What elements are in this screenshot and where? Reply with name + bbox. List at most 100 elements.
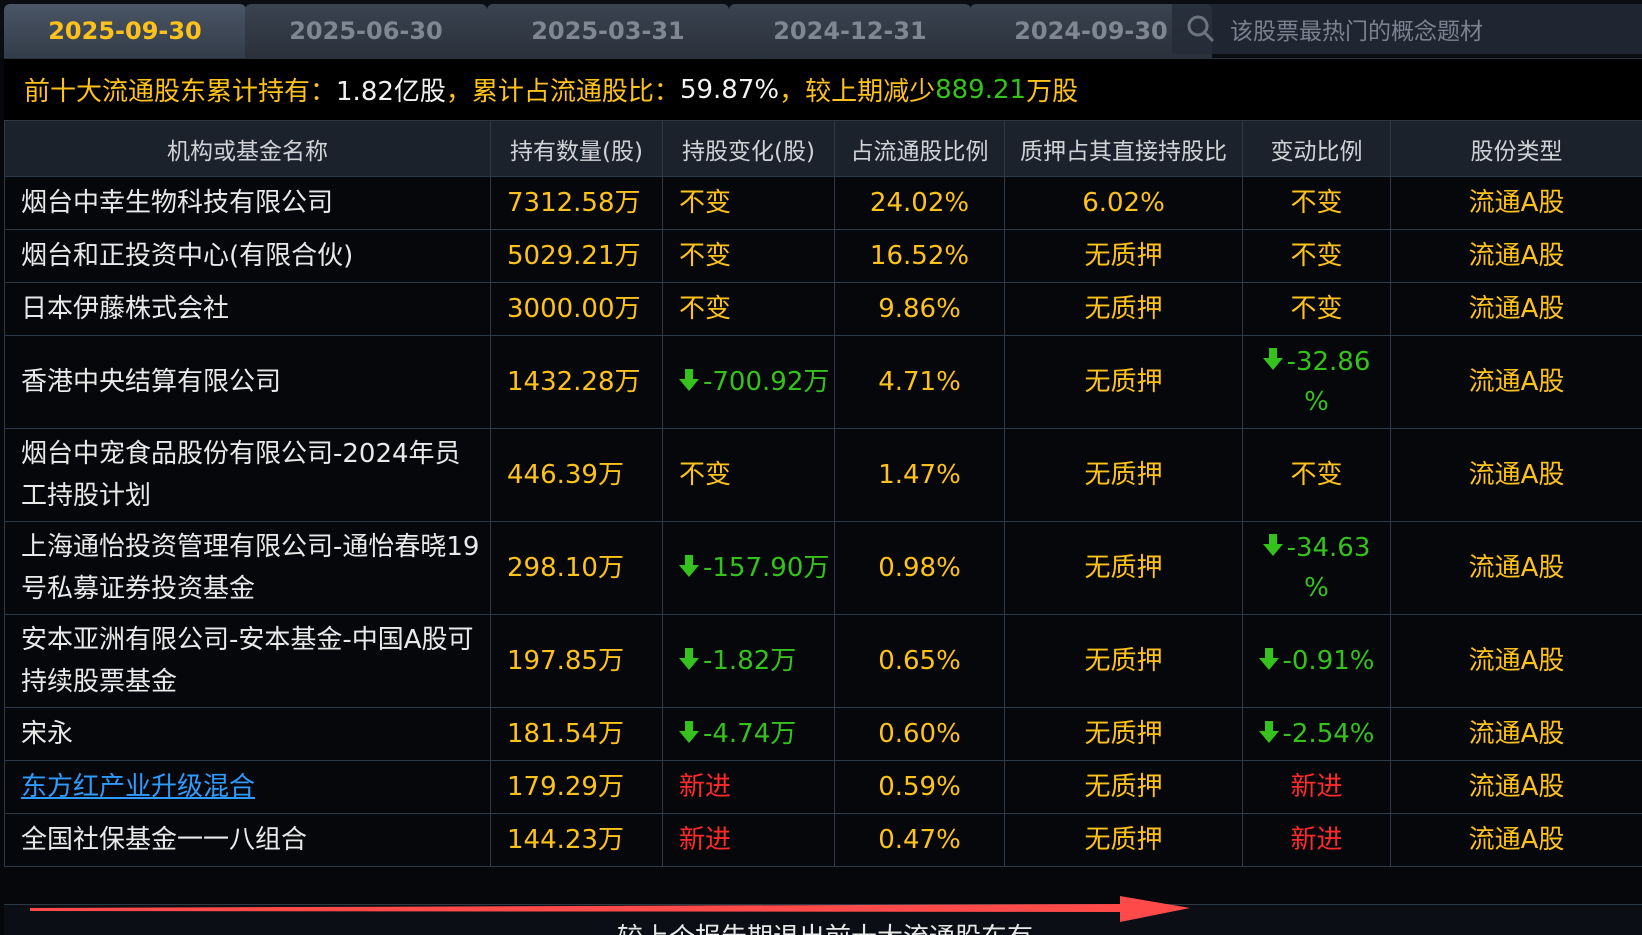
cell-ratio: 9.86% — [835, 283, 1005, 336]
cell-share-type: 流通A股 — [1391, 615, 1642, 708]
table-row[interactable]: 烟台和正投资中心(有限合伙)5029.21万不变16.52%无质押不变流通A股 — [5, 230, 1642, 283]
period-tabs: 2025-09-30 2025-06-30 2025-03-31 2024-12… — [0, 0, 1642, 58]
share-change: 不变 — [679, 188, 731, 218]
table-row[interactable]: 宋永181.54万-4.74万0.60%无质押-2.54%流通A股 — [5, 708, 1642, 761]
table-header-row: 机构或基金名称 持有数量(股) 持股变化(股) 占流通股比例 质押占其直接持股比… — [5, 121, 1642, 177]
cell-share-type: 流通A股 — [1391, 336, 1642, 429]
holder-name: 全国社保基金一一八组合 — [21, 825, 307, 855]
share-change: -157.90万 — [703, 553, 829, 583]
share-change: 不变 — [679, 460, 731, 490]
cell-ratio: 4.71% — [835, 336, 1005, 429]
cell-change-ratio: 不变 — [1243, 283, 1391, 336]
share-change: 新进 — [679, 772, 731, 802]
cell-change-ratio: -2.54% — [1243, 708, 1391, 761]
change-ratio: 新进 — [1290, 772, 1342, 802]
cell-pledge: 无质押 — [1005, 336, 1243, 429]
col-header-change[interactable]: 持股变化(股) — [663, 121, 835, 177]
down-arrow-icon — [1263, 534, 1283, 556]
change-ratio: -34.63 — [1287, 533, 1371, 563]
top-holders-table: 机构或基金名称 持有数量(股) 持股变化(股) 占流通股比例 质押占其直接持股比… — [4, 120, 1642, 867]
col-header-name[interactable]: 机构或基金名称 — [5, 121, 491, 177]
summary-ratio-value: 59.87% — [680, 75, 779, 105]
change-ratio: -32.86 — [1287, 347, 1371, 377]
cell-change-ratio: -0.91% — [1243, 615, 1391, 708]
down-arrow-icon — [1259, 721, 1279, 743]
cell-change: -4.74万 — [663, 708, 835, 761]
search-placeholder: 该股票最热门的概念题材 — [1230, 12, 1483, 46]
fund-name-link[interactable]: 东方红产业升级混合 — [21, 772, 255, 802]
table-row[interactable]: 日本伊藤株式会社3000.00万不变9.86%无质押不变流通A股 — [5, 283, 1642, 336]
table-row[interactable]: 烟台中宠食品股份有限公司-2024年员工持股计划446.39万不变1.47%无质… — [5, 429, 1642, 522]
col-header-share-type[interactable]: 股份类型 — [1391, 121, 1642, 177]
cell-share-type: 流通A股 — [1391, 708, 1642, 761]
share-change: 新进 — [679, 825, 731, 855]
change-ratio: 不变 — [1290, 460, 1342, 490]
col-header-shares[interactable]: 持有数量(股) — [491, 121, 663, 177]
table-row[interactable]: 上海通怡投资管理有限公司-通怡春晓19号私募证券投资基金298.10万 -157.… — [5, 522, 1642, 615]
table-row[interactable]: 烟台中幸生物科技有限公司7312.58万不变24.02%6.02%不变流通A股 — [5, 177, 1642, 230]
summary-decrease-unit: 万股 — [1026, 71, 1078, 108]
cell-holder-name: 烟台中宠食品股份有限公司-2024年员工持股计划 — [5, 429, 491, 522]
tab-period-4[interactable]: 2024-12-31 — [729, 4, 971, 58]
cell-pledge: 无质押 — [1005, 615, 1243, 708]
cell-change-ratio: 不变 — [1243, 230, 1391, 283]
down-arrow-icon — [679, 369, 699, 391]
table-row[interactable]: 安本亚洲有限公司-安本基金-中国A股可持续股票基金197.85万-1.82万0.… — [5, 615, 1642, 708]
cell-holder-name: 烟台和正投资中心(有限合伙) — [5, 230, 491, 283]
holder-name: 上海通怡投资管理有限公司-通怡春晓19号私募证券投资基金 — [21, 532, 479, 604]
change-ratio: -2.54% — [1283, 719, 1375, 749]
cell-shares: 7312.58万 — [491, 177, 663, 230]
cell-change: 新进 — [663, 814, 835, 867]
down-arrow-icon — [1259, 648, 1279, 670]
annotation-arrow-icon — [30, 890, 1200, 930]
summary-label-change: ，较上期减少 — [779, 71, 935, 108]
cell-ratio: 1.47% — [835, 429, 1005, 522]
table-row[interactable]: 全国社保基金一一八组合144.23万新进0.47%无质押新进流通A股 — [5, 814, 1642, 867]
cell-holder-name: 安本亚洲有限公司-安本基金-中国A股可持续股票基金 — [5, 615, 491, 708]
cell-ratio: 0.60% — [835, 708, 1005, 761]
share-change: 不变 — [679, 294, 731, 324]
cell-ratio: 0.65% — [835, 615, 1005, 708]
cell-shares: 197.85万 — [491, 615, 663, 708]
holdings-summary: 前十大流通股东累计持有： 1.82亿股 ，累计占流通股比： 59.87% ，较上… — [4, 58, 1642, 120]
down-arrow-icon — [1263, 348, 1283, 370]
cell-change: 不变 — [663, 429, 835, 522]
cell-pledge: 无质押 — [1005, 814, 1243, 867]
cell-holder-name: 日本伊藤株式会社 — [5, 283, 491, 336]
cell-change-ratio: 新进 — [1243, 814, 1391, 867]
cell-change: -700.92万 — [663, 336, 835, 429]
change-ratio: -0.91% — [1283, 646, 1375, 676]
cell-change: 不变 — [663, 283, 835, 336]
cell-shares: 144.23万 — [491, 814, 663, 867]
tab-period-3[interactable]: 2025-03-31 — [487, 4, 729, 58]
share-change: -700.92万 — [703, 367, 829, 397]
tab-period-2[interactable]: 2025-06-30 — [245, 4, 487, 58]
holder-name: 香港中央结算有限公司 — [21, 367, 281, 397]
change-ratio: 不变 — [1290, 188, 1342, 218]
holder-name: 烟台中宠食品股份有限公司-2024年员工持股计划 — [21, 439, 461, 511]
concept-search-input[interactable]: 该股票最热门的概念题材 — [1172, 4, 1642, 54]
cell-change: -157.90万 — [663, 522, 835, 615]
summary-total-shares: 1.82亿股 — [336, 71, 446, 108]
cell-share-type: 流通A股 — [1391, 283, 1642, 336]
cell-change: -1.82万 — [663, 615, 835, 708]
down-arrow-icon — [679, 721, 699, 743]
cell-pledge: 无质押 — [1005, 708, 1243, 761]
cell-shares: 298.10万 — [491, 522, 663, 615]
table-row[interactable]: 东方红产业升级混合179.29万新进0.59%无质押新进流通A股 — [5, 761, 1642, 814]
table-row[interactable]: 香港中央结算有限公司1432.28万-700.92万4.71%无质押-32.86… — [5, 336, 1642, 429]
change-ratio: 新进 — [1290, 825, 1342, 855]
cell-share-type: 流通A股 — [1391, 814, 1642, 867]
cell-ratio: 16.52% — [835, 230, 1005, 283]
summary-decrease-value: 889.21 — [935, 75, 1026, 105]
change-ratio: 不变 — [1290, 241, 1342, 271]
col-header-ratio[interactable]: 占流通股比例 — [835, 121, 1005, 177]
cell-shares: 446.39万 — [491, 429, 663, 522]
tab-period-1[interactable]: 2025-09-30 — [4, 4, 246, 58]
cell-shares: 181.54万 — [491, 708, 663, 761]
col-header-change-ratio[interactable]: 变动比例 — [1243, 121, 1391, 177]
cell-holder-name: 东方红产业升级混合 — [5, 761, 491, 814]
cell-holder-name: 烟台中幸生物科技有限公司 — [5, 177, 491, 230]
col-header-pledge[interactable]: 质押占其直接持股比 — [1005, 121, 1243, 177]
cell-pledge: 无质押 — [1005, 283, 1243, 336]
